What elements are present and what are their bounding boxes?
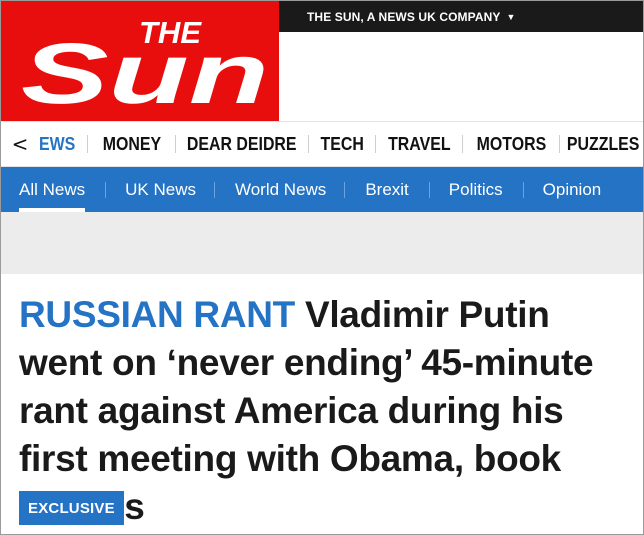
ad-placeholder — [1, 212, 643, 274]
section-dear-deidre[interactable]: DEAR DEIDRE — [187, 133, 297, 155]
sub-nav-label: Opinion — [542, 179, 602, 199]
sub-nav-label: All News — [19, 179, 86, 199]
sub-nav-label: Politics — [448, 179, 503, 199]
sub-nav-label: UK News — [125, 179, 196, 199]
chevron-left-icon[interactable]: < — [1, 122, 39, 166]
section-money[interactable]: MONEY — [102, 133, 160, 155]
sub-nav-label: World News — [234, 179, 327, 199]
sub-nav-label: Brexit — [365, 179, 409, 199]
sub-nav-brexit[interactable]: Brexit — [345, 167, 428, 212]
company-bar[interactable]: THE SUN, A NEWS UK COMPANY ▼ — [279, 1, 643, 32]
sub-nav-uk-news[interactable]: UK News — [106, 167, 214, 212]
sub-nav-world-news[interactable]: World News — [215, 167, 344, 212]
section-motors[interactable]: MOTORS — [476, 133, 546, 155]
section-tech[interactable]: TECH — [320, 133, 363, 155]
sun-logo-graphic: THE Sun — [21, 15, 269, 121]
section-puzzles[interactable]: PUZZLES — [567, 133, 639, 155]
company-line: THE SUN, A NEWS UK COMPANY — [307, 9, 501, 24]
the-sun-logo[interactable]: THE Sun — [1, 1, 279, 121]
headline-kicker: RUSSIAN RANT — [19, 294, 295, 335]
section-news-partial[interactable]: EWS — [39, 133, 75, 155]
section-nav: < EWS MONEY DEAR DEIDRE TECH TRAVEL MOTO… — [1, 121, 643, 167]
sub-nav-politics[interactable]: Politics — [430, 167, 523, 212]
exclusive-badge: EXCLUSIVE — [19, 491, 124, 525]
masthead: THE Sun THE SUN, A NEWS UK COMPANY ▼ — [1, 1, 643, 121]
sub-nav-all-news[interactable]: All News — [19, 167, 86, 212]
logo-sun-text: Sun — [21, 26, 269, 121]
news-sub-nav: All News UK News World News Brexit Polit… — [1, 167, 643, 212]
section-list: EWS MONEY DEAR DEIDRE TECH TRAVEL MOTORS… — [39, 122, 643, 166]
sub-nav-opinion[interactable]: Opinion — [524, 167, 602, 212]
dropdown-caret-icon: ▼ — [506, 11, 516, 22]
section-travel[interactable]: TRAVEL — [388, 133, 450, 155]
